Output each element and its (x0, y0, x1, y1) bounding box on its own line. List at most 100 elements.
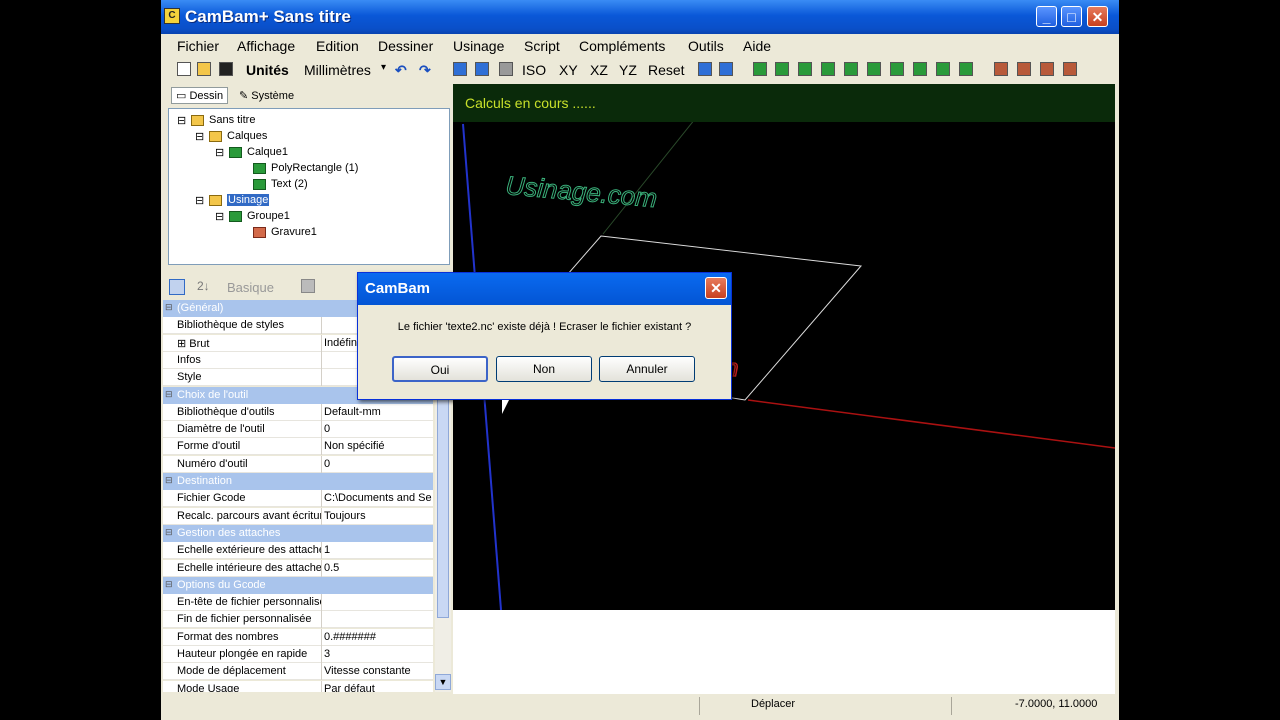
menu-outils[interactable]: Outils (688, 38, 724, 54)
property-row[interactable]: Echelle extérieure des attaches 1 (163, 542, 433, 560)
property-value[interactable]: 0.5 (324, 562, 432, 574)
property-pages-icon[interactable] (301, 279, 315, 293)
draw-bitmap-icon[interactable] (936, 62, 950, 76)
property-value[interactable]: Vitesse constante (324, 665, 432, 677)
categorized-icon[interactable] (169, 279, 185, 295)
menu-affichage[interactable]: Affichage (237, 38, 295, 54)
collapse-icon[interactable]: ⊟ (215, 146, 224, 159)
expand-icon[interactable]: ⊟ (165, 579, 173, 590)
property-value[interactable]: 0 (324, 423, 432, 435)
property-row[interactable]: En-tête de fichier personnalisé (163, 594, 433, 612)
expand-icon[interactable]: ⊟ (165, 527, 173, 538)
view-iso-button[interactable]: ISO (522, 62, 546, 78)
property-value[interactable]: Non spécifié (324, 440, 432, 452)
axes-icon[interactable] (499, 62, 513, 76)
redo-icon[interactable]: ↷ (419, 62, 431, 79)
zoom-in-icon[interactable] (698, 62, 712, 76)
menu-aide[interactable]: Aide (743, 38, 771, 54)
draw-arc-icon[interactable] (890, 62, 904, 76)
undo-icon[interactable]: ↶ (395, 62, 407, 79)
units-dropdown-icon[interactable]: ▾ (381, 62, 386, 73)
tab-systeme[interactable]: ✎ Système (235, 87, 298, 104)
property-row[interactable]: Echelle intérieure des attaches 0.5 (163, 559, 433, 577)
scroll-down-icon[interactable]: ▼ (435, 674, 451, 690)
menu-dessiner[interactable]: Dessiner (378, 38, 433, 54)
property-row[interactable]: Format des nombres 0.####### (163, 628, 433, 646)
property-value[interactable]: 0 (324, 458, 432, 470)
property-divider (321, 663, 322, 681)
property-row[interactable]: Mode Usage Par défaut (163, 680, 433, 692)
property-value[interactable]: 3 (324, 648, 432, 660)
close-button[interactable]: ✕ (1087, 6, 1108, 27)
new-file-icon[interactable] (177, 62, 191, 76)
property-value[interactable]: Toujours (324, 510, 432, 522)
property-value[interactable]: Default-mm (324, 406, 432, 418)
dialog-title-bar[interactable]: CamBam ✕ (358, 273, 731, 305)
message-panel (453, 610, 1115, 694)
grid-icon[interactable] (453, 62, 467, 76)
draw-point-icon[interactable] (867, 62, 881, 76)
property-row[interactable]: Fin de fichier personnalisée (163, 611, 433, 629)
property-value[interactable]: Par défaut (324, 683, 432, 692)
property-row[interactable]: Hauteur plongée en rapide 3 (163, 646, 433, 663)
draw-polyline-icon[interactable] (821, 62, 835, 76)
profile-op-icon[interactable] (994, 62, 1008, 76)
property-row[interactable]: Bibliothèque d'outils Default-mm (163, 403, 433, 421)
draw-rectangle-icon[interactable] (798, 62, 812, 76)
expand-icon[interactable]: ⊟ (165, 389, 173, 400)
view-yz-button[interactable]: YZ (619, 62, 637, 78)
property-divider (321, 680, 322, 692)
engrave-op-icon[interactable] (1063, 62, 1077, 76)
collapse-icon[interactable]: ⊟ (195, 130, 204, 143)
rulers-icon[interactable] (475, 62, 489, 76)
menu-script[interactable]: Script (524, 38, 560, 54)
view-xy-button[interactable]: XY (559, 62, 578, 78)
draw-line-icon[interactable] (753, 62, 767, 76)
collapse-icon[interactable]: ⊟ (195, 194, 204, 207)
basique-label[interactable]: Basique (227, 280, 274, 295)
property-row[interactable]: Forme d'outil Non spécifié (163, 438, 433, 456)
drill-op-icon[interactable] (1040, 62, 1054, 76)
collapse-icon[interactable]: ⊟ (177, 114, 186, 127)
property-category[interactable]: ⊟ Destination (163, 473, 433, 490)
menu-usinage[interactable]: Usinage (453, 38, 504, 54)
tab-dessin[interactable]: ▭ Dessin (171, 87, 229, 104)
property-divider (321, 542, 322, 560)
non-button[interactable]: Non (496, 356, 592, 382)
property-row[interactable]: Diamètre de l'outil 0 (163, 421, 433, 439)
menu-edition[interactable]: Edition (316, 38, 359, 54)
property-row[interactable]: Numéro d'outil 0 (163, 455, 433, 473)
sort-alpha-icon[interactable]: 2↓ (197, 279, 210, 293)
draw-text-icon[interactable] (844, 62, 858, 76)
open-folder-icon[interactable] (197, 62, 211, 76)
property-value[interactable]: C:\Documents and Se (324, 492, 432, 504)
expand-icon[interactable]: ⊟ (165, 475, 173, 486)
dialog-close-button[interactable]: ✕ (705, 277, 727, 299)
property-category[interactable]: ⊟ Gestion des attaches (163, 524, 433, 542)
property-value[interactable]: 0.####### (324, 631, 432, 643)
save-icon[interactable] (219, 62, 233, 76)
menu-fichier[interactable]: Fichier (177, 38, 219, 54)
property-category[interactable]: ⊟ Options du Gcode (163, 576, 433, 594)
collapse-icon[interactable]: ⊟ (215, 210, 224, 223)
title-bar[interactable]: C CamBam+ Sans titre _ □ ✕ (161, 0, 1119, 34)
property-row[interactable]: Fichier Gcode C:\Documents and Se (163, 490, 433, 508)
expand-icon[interactable]: ⊟ (165, 302, 173, 313)
tree-label: Text (2) (271, 178, 308, 190)
property-value[interactable]: 1 (324, 544, 432, 556)
maximize-button[interactable]: □ (1061, 6, 1082, 27)
menu-complements[interactable]: Compléments (579, 38, 665, 54)
units-select[interactable]: Millimètres (304, 62, 371, 78)
pocket-op-icon[interactable] (1017, 62, 1031, 76)
oui-button[interactable]: Oui (392, 356, 488, 382)
property-row[interactable]: Mode de déplacement Vitesse constante (163, 663, 433, 681)
draw-surface-icon[interactable] (959, 62, 973, 76)
minimize-button[interactable]: _ (1036, 6, 1057, 27)
draw-region-icon[interactable] (913, 62, 927, 76)
view-xz-button[interactable]: XZ (590, 62, 608, 78)
draw-circle-icon[interactable] (775, 62, 789, 76)
view-reset-button[interactable]: Reset (648, 62, 685, 78)
zoom-fit-icon[interactable] (719, 62, 733, 76)
annuler-button[interactable]: Annuler (599, 356, 695, 382)
property-row[interactable]: Recalc. parcours avant écriture Toujours (163, 507, 433, 525)
